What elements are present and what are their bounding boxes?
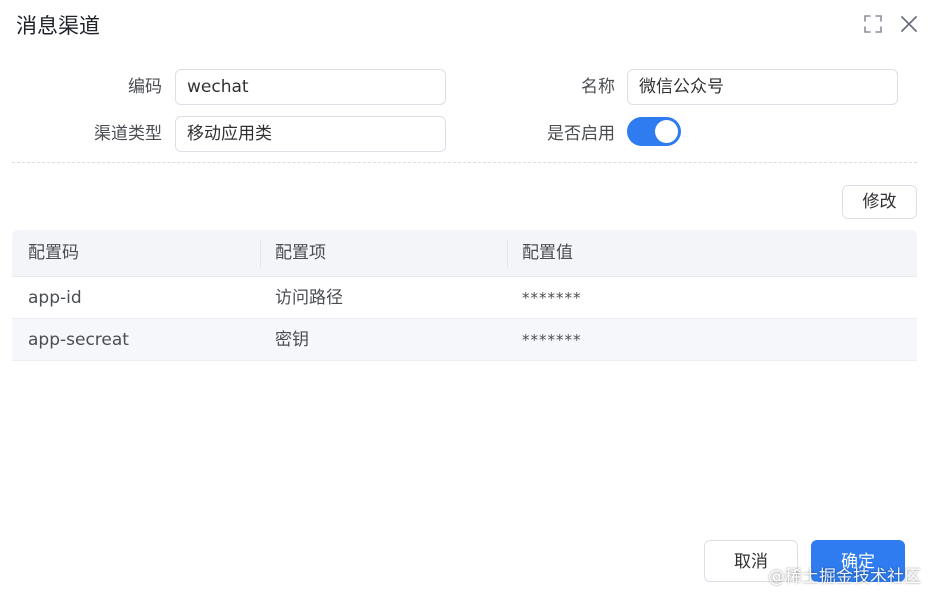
config-table: 配置码 配置项 配置值 app-id 访问路径 ******* app-secr… xyxy=(12,230,917,361)
name-label: 名称 xyxy=(581,77,615,97)
fullscreen-icon[interactable] xyxy=(862,13,884,35)
edit-button[interactable]: 修改 xyxy=(842,185,917,219)
dialog-title: 消息渠道 xyxy=(16,14,100,38)
row-config-value: ******* xyxy=(522,331,582,349)
row-config-value: ******* xyxy=(522,289,582,307)
code-input[interactable]: wechat xyxy=(175,69,446,105)
table-row[interactable]: app-id 访问路径 ******* xyxy=(12,277,917,319)
column-separator xyxy=(260,240,261,267)
row-config-code: app-secreat xyxy=(28,330,129,350)
header-config-item: 配置项 xyxy=(275,243,326,263)
name-input[interactable]: 微信公众号 xyxy=(627,69,898,105)
code-label: 编码 xyxy=(128,77,162,97)
header-config-value: 配置值 xyxy=(522,243,573,263)
row-config-item: 访问路径 xyxy=(275,288,343,308)
row-config-code: app-id xyxy=(28,288,82,308)
column-separator xyxy=(507,240,508,267)
table-header: 配置码 配置项 配置值 xyxy=(12,230,917,277)
enabled-label: 是否启用 xyxy=(547,124,615,144)
header-config-code: 配置码 xyxy=(28,243,79,263)
message-channel-dialog: 消息渠道 编码 wechat 名称 微信公众号 渠道类型 移动应用类 是否启用 … xyxy=(0,0,935,592)
watermark-text: @稀土掘金技术社区 xyxy=(768,567,921,587)
table-row[interactable]: app-secreat 密钥 ******* xyxy=(12,319,917,361)
close-icon[interactable] xyxy=(898,13,920,35)
divider xyxy=(12,162,917,163)
switch-knob xyxy=(655,120,678,143)
row-config-item: 密钥 xyxy=(275,330,309,350)
channel-type-input[interactable]: 移动应用类 xyxy=(175,116,446,152)
channel-type-label: 渠道类型 xyxy=(94,124,162,144)
enabled-switch[interactable] xyxy=(627,117,681,146)
